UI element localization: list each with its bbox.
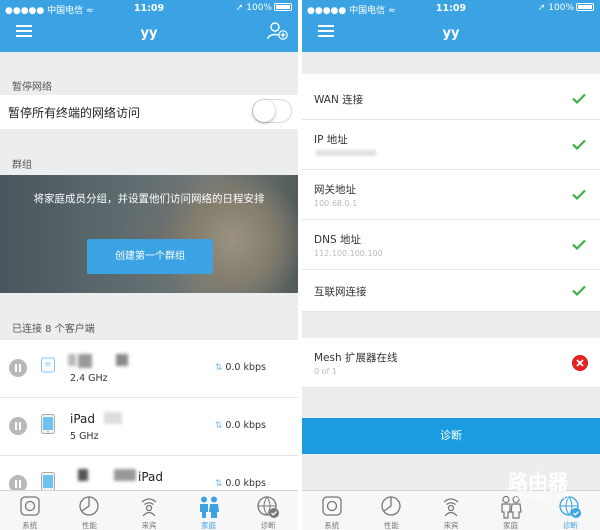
tab-guest[interactable]: 来宾 bbox=[421, 491, 481, 530]
redacted-name bbox=[68, 354, 76, 366]
client-speed: ⇅ 0.0 kbps bbox=[214, 478, 266, 489]
client-band: 5 GHz bbox=[70, 431, 99, 442]
error-icon bbox=[572, 355, 588, 371]
guest-icon bbox=[141, 498, 157, 517]
tablet-icon bbox=[41, 414, 55, 434]
battery-indicator: ➚ 100% bbox=[538, 3, 594, 13]
pause-client-button[interactable] bbox=[9, 417, 27, 435]
pause-network-header: 暂停网络 bbox=[12, 82, 52, 93]
redacted-name bbox=[104, 412, 122, 424]
tab-diagnostics[interactable]: 诊断 bbox=[238, 491, 298, 530]
watermark-brand: 路由器 bbox=[508, 470, 568, 494]
check-label: IP 地址 bbox=[314, 134, 348, 146]
tab-family[interactable]: 家庭 bbox=[179, 491, 239, 530]
redacted-value bbox=[316, 150, 376, 156]
checkmark-icon bbox=[572, 285, 586, 296]
nav-bar: ●●●●● 中国电信 ≈ 11:09 ➚ 100% yy bbox=[302, 0, 600, 52]
battery-percent: 100% bbox=[246, 3, 272, 13]
redacted-name bbox=[114, 469, 136, 481]
groups-header: 群组 bbox=[12, 160, 32, 171]
tab-performance[interactable]: 性能 bbox=[60, 491, 120, 530]
banner-text: 将家庭成员分组，并设置他们访问网络的日程安排 bbox=[33, 193, 265, 205]
diagnostics-screen: ●●●●● 中国电信 ≈ 11:09 ➚ 100% yy WAN 连接 IP 地… bbox=[302, 0, 600, 530]
client-row[interactable]: iPad 5 GHz ⇅ 0.0 kbps bbox=[0, 398, 298, 456]
redacted-name bbox=[116, 354, 128, 366]
redacted-name bbox=[78, 469, 88, 481]
add-user-icon[interactable] bbox=[266, 21, 288, 41]
watermark-site: luyouqi.com bbox=[514, 492, 570, 502]
family-screen: ●●●●● 中国电信 ≈ 11:09 ➚ 100% yy 暂停网络 暂停所有终端… bbox=[0, 0, 298, 530]
tab-performance[interactable]: 性能 bbox=[362, 491, 422, 530]
check-ip: IP 地址 bbox=[302, 120, 600, 170]
pause-client-button[interactable] bbox=[9, 359, 27, 377]
tab-system[interactable]: 系统 bbox=[302, 491, 362, 530]
battery-percent: 100% bbox=[548, 3, 574, 13]
checkmark-icon bbox=[572, 189, 586, 200]
checkmark-icon bbox=[572, 93, 586, 104]
redacted-name bbox=[78, 354, 92, 368]
page-title: yy bbox=[140, 26, 158, 41]
checkmark-icon bbox=[572, 139, 586, 150]
updown-arrows-icon: ⇅ bbox=[214, 421, 223, 431]
check-gateway: 网关地址 100.68.0.1 bbox=[302, 170, 600, 220]
tab-guest[interactable]: 来宾 bbox=[119, 491, 179, 530]
groups-banner: 将家庭成员分组，并设置他们访问网络的日程安排 创建第一个群组 bbox=[0, 175, 298, 293]
toggle-knob bbox=[253, 100, 275, 122]
diagnostics-icon bbox=[257, 496, 280, 518]
pie-chart-icon bbox=[381, 496, 402, 516]
check-internet: 互联网连接 bbox=[302, 270, 600, 312]
check-mesh: Mesh 扩展器在线 0 of 1 bbox=[302, 338, 600, 388]
check-wan: WAN 连接 bbox=[302, 74, 600, 120]
check-label: 互联网连接 bbox=[314, 286, 367, 298]
battery-indicator: ➚ 100% bbox=[236, 3, 292, 13]
create-group-button[interactable]: 创建第一个群组 bbox=[87, 239, 213, 274]
check-value: 0 of 1 bbox=[314, 367, 337, 376]
nav-bar: ●●●●● 中国电信 ≈ 11:09 ➚ 100% yy bbox=[0, 0, 298, 52]
pause-all-toggle[interactable] bbox=[252, 99, 292, 123]
diagnose-button[interactable]: 诊断 bbox=[302, 418, 600, 454]
client-band: 2.4 GHz bbox=[70, 373, 108, 384]
client-speed: ⇅ 0.0 kbps bbox=[214, 362, 266, 373]
client-name: iPad bbox=[70, 412, 96, 426]
check-label: 网关地址 bbox=[314, 184, 356, 196]
checkmark-icon bbox=[572, 239, 586, 250]
wifi-device-icon bbox=[41, 357, 55, 373]
page-title: yy bbox=[442, 26, 460, 41]
tablet-icon bbox=[41, 472, 55, 492]
updown-arrows-icon: ⇅ bbox=[214, 479, 223, 489]
client-speed: ⇅ 0.0 kbps bbox=[214, 420, 266, 431]
family-icon bbox=[199, 496, 219, 518]
battery-icon bbox=[576, 3, 594, 11]
status-bar: ●●●●● 中国电信 ≈ 11:09 ➚ 100% bbox=[302, 2, 600, 16]
pause-all-label: 暂停所有终端的网络访问 bbox=[8, 106, 141, 120]
pie-chart-icon bbox=[79, 496, 100, 516]
check-label: DNS 地址 bbox=[314, 234, 361, 246]
check-value: 112.100.100.100 bbox=[314, 249, 383, 258]
battery-icon bbox=[274, 3, 292, 11]
pause-all-row: 暂停所有终端的网络访问 bbox=[0, 95, 298, 129]
guest-icon bbox=[443, 498, 459, 517]
client-name: iPad bbox=[138, 470, 164, 484]
check-label: WAN 连接 bbox=[314, 94, 364, 106]
tab-bar: 系统 性能 来宾 家庭 诊断 bbox=[0, 490, 298, 530]
check-dns: DNS 地址 112.100.100.100 bbox=[302, 220, 600, 270]
check-value: 100.68.0.1 bbox=[314, 199, 358, 208]
check-label: Mesh 扩展器在线 bbox=[314, 352, 398, 364]
status-bar: ●●●●● 中国电信 ≈ 11:09 ➚ 100% bbox=[0, 2, 298, 16]
router-icon bbox=[322, 496, 342, 516]
clients-header: 已连接 8 个客户端 bbox=[12, 324, 95, 335]
client-row[interactable]: 2.4 GHz ⇅ 0.0 kbps bbox=[0, 340, 298, 398]
router-icon bbox=[20, 496, 40, 516]
updown-arrows-icon: ⇅ bbox=[214, 363, 223, 373]
tab-system[interactable]: 系统 bbox=[0, 491, 60, 530]
